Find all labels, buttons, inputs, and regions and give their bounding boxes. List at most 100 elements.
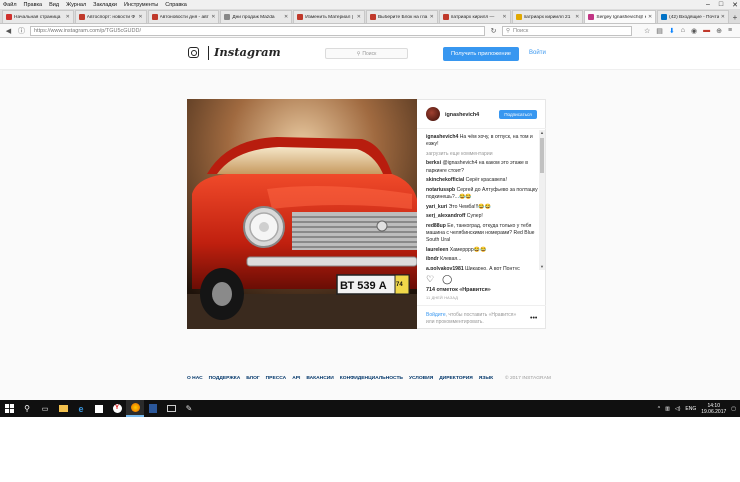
browser-tab[interactable]: Автоновости дня - авт ✕ <box>147 10 220 23</box>
pocket-icon[interactable]: ◉ <box>691 27 697 35</box>
input-language[interactable]: ENG <box>685 406 696 412</box>
post-photo[interactable]: ВТ 539 А 74 <box>187 99 417 329</box>
address-bar[interactable]: https://www.instagram.com/p/TGU5cGUDD/ <box>30 25 485 36</box>
footer-link[interactable]: ПРЕССА <box>266 376 287 381</box>
comment-username[interactable]: ibndr <box>426 256 439 262</box>
tray-expand-icon[interactable]: ^ <box>658 406 660 412</box>
tab-close-icon[interactable]: ✕ <box>430 14 434 20</box>
menu-view[interactable]: Вид <box>49 2 59 8</box>
tab-close-icon[interactable]: ✕ <box>502 14 506 20</box>
menu-help[interactable]: Справка <box>165 2 187 8</box>
taskbar-search-icon[interactable]: ⚲ <box>18 400 36 417</box>
browser-tab[interactable]: патриарх кириилл 21 ✕ <box>511 10 584 23</box>
browser-tab[interactable]: Автоспорт: новости Ф ✕ <box>74 10 147 23</box>
store-icon[interactable] <box>90 400 108 417</box>
footer-link[interactable]: ПОДДЕРЖКА <box>209 376 241 381</box>
menu-file[interactable]: Файл <box>3 2 17 8</box>
menu-edit[interactable]: Правка <box>24 2 43 8</box>
comment-username[interactable]: berksi <box>426 160 441 166</box>
load-more-comments[interactable]: загрузить еще комментарии <box>426 151 538 158</box>
tab-close-icon[interactable]: ✕ <box>211 14 215 20</box>
home-icon[interactable]: ⌂ <box>681 27 685 34</box>
browser-tab[interactable]: патриарх кирилл — ✕ <box>438 10 511 23</box>
hamburger-menu-icon[interactable]: ≡ <box>728 27 732 34</box>
login-link[interactable]: Войти <box>529 50 546 56</box>
comment-username[interactable]: laureleen <box>426 247 448 253</box>
browser-tab[interactable]: Изменить Материал | ✕ <box>293 10 365 23</box>
browser-tab[interactable]: Начальная страница ✕ <box>2 10 74 23</box>
windows-start-icon[interactable] <box>0 400 18 417</box>
post-username[interactable]: ignashevich4 <box>445 112 479 118</box>
comment-username[interactable]: skinchekofficial <box>426 177 464 183</box>
caption-username[interactable]: ignashevich4 <box>426 134 458 140</box>
browser-search-input[interactable]: ⚲ Поиск <box>502 25 632 36</box>
back-icon[interactable]: ◀ <box>4 26 13 35</box>
footer-link[interactable]: ДИРЕКТОРИЯ <box>439 376 473 381</box>
tab-close-icon[interactable]: ✕ <box>66 14 70 20</box>
browser-tab[interactable]: Дни продаж Mazda ✕ <box>220 10 293 23</box>
new-tab-icon[interactable]: + <box>730 11 740 23</box>
browser-tab[interactable]: Sergey Ignashevich@ к ✕ <box>584 10 657 23</box>
instagram-search-input[interactable]: ⚲ Поиск <box>325 48 408 59</box>
edge-browser-icon[interactable]: e <box>72 400 90 417</box>
menu-history[interactable]: Журнал <box>66 2 86 8</box>
flag-icon[interactable]: ▬ <box>703 27 710 34</box>
tab-close-icon[interactable]: ✕ <box>138 14 142 20</box>
feather-app-icon[interactable]: ✎ <box>180 400 198 417</box>
browser-tab[interactable]: (42) Входящие - Почта ✕ <box>657 10 729 23</box>
extension-icon[interactable]: ⊕ <box>716 27 722 35</box>
menu-tools[interactable]: Инструменты <box>124 2 158 8</box>
comment-username[interactable]: serj_alexandroff <box>426 213 465 219</box>
comment-username[interactable]: yari_kuri <box>426 204 447 210</box>
maximize-icon[interactable]: □ <box>719 1 723 9</box>
comment-username[interactable]: a.polyakov1981 <box>426 266 464 270</box>
bookmark-star-icon[interactable]: ☆ <box>644 27 650 35</box>
file-explorer-icon[interactable] <box>54 400 72 417</box>
comment-username[interactable]: red88up <box>426 223 446 229</box>
footer-link[interactable]: ВАКАНСИИ <box>306 376 333 381</box>
yandex-browser-icon[interactable]: Y <box>108 400 126 417</box>
footer-link[interactable]: ЯЗЫК <box>479 376 493 381</box>
close-window-icon[interactable]: ✕ <box>732 1 738 9</box>
volume-icon[interactable]: ◁) <box>675 406 681 412</box>
word-icon[interactable] <box>144 400 162 417</box>
more-options-icon[interactable]: ••• <box>530 315 537 322</box>
firefox-icon[interactable] <box>126 400 144 417</box>
login-prompt-link[interactable]: Войдите <box>426 312 446 318</box>
get-app-button[interactable]: Получить приложение <box>443 47 519 61</box>
clock[interactable]: 14:10 19.06.2017 <box>701 403 726 415</box>
menu-bookmarks[interactable]: Закладки <box>93 2 117 8</box>
tab-close-icon[interactable]: ✕ <box>357 14 361 20</box>
app-window-icon[interactable] <box>162 400 180 417</box>
footer-link[interactable]: БЛОГ <box>246 376 259 381</box>
heart-icon[interactable]: ♡ <box>426 274 434 285</box>
instagram-camera-icon[interactable] <box>188 47 199 58</box>
notifications-icon[interactable]: ▢ <box>731 406 736 412</box>
footer-link[interactable]: О НАС <box>187 376 203 381</box>
info-icon[interactable]: ⓘ <box>17 26 26 35</box>
reading-list-icon[interactable]: ▤ <box>656 27 663 35</box>
avatar[interactable] <box>426 107 440 121</box>
instagram-logo[interactable]: Instagram <box>214 45 281 59</box>
tab-close-icon[interactable]: ✕ <box>284 14 288 20</box>
footer-link[interactable]: КОНФИДЕНЦИАЛЬНОСТЬ <box>340 376 403 381</box>
minimize-icon[interactable]: – <box>706 1 710 9</box>
tab-close-icon[interactable]: ✕ <box>721 14 725 20</box>
tab-close-icon[interactable]: ✕ <box>575 14 579 20</box>
footer-link[interactable]: API <box>292 376 300 381</box>
reload-icon[interactable]: ↻ <box>489 26 498 35</box>
network-icon[interactable]: ▥ <box>665 406 670 412</box>
likes-count[interactable]: 714 отметок «Нравится» <box>426 287 491 293</box>
tab-close-icon[interactable]: ✕ <box>648 14 652 20</box>
comments-scrollbar[interactable]: ▲ ▼ <box>539 130 545 270</box>
footer-link[interactable]: УСЛОВИЯ <box>409 376 433 381</box>
scroll-up-icon[interactable]: ▲ <box>539 130 545 136</box>
scrollbar-thumb[interactable] <box>540 138 544 173</box>
download-icon[interactable]: ⬇ <box>669 27 675 35</box>
scroll-down-icon[interactable]: ▼ <box>539 264 545 270</box>
comment-username[interactable]: notariusspb <box>426 187 455 193</box>
follow-button[interactable]: Подписаться <box>499 110 537 119</box>
comment-icon[interactable]: ◯ <box>442 274 452 285</box>
browser-tab[interactable]: Выберите Блок на гла ✕ <box>365 10 438 23</box>
task-view-icon[interactable]: ▭ <box>36 400 54 417</box>
